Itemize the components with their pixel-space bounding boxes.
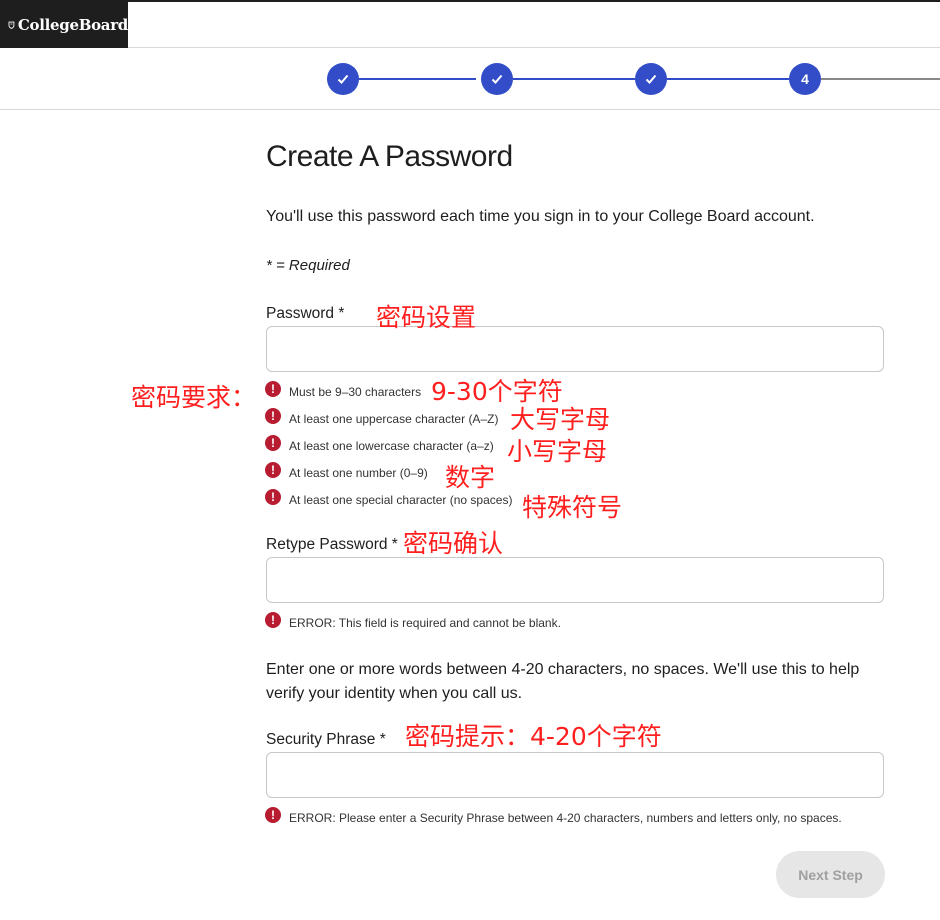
step-connector bbox=[821, 78, 940, 80]
requirement-number: ! At least one number (0–9) bbox=[265, 462, 428, 481]
requirement-uppercase: ! At least one uppercase character (A–Z) bbox=[265, 408, 499, 427]
requirement-text: Must be 9–30 characters bbox=[289, 385, 422, 399]
error-icon: ! bbox=[265, 807, 281, 823]
required-note: * = Required bbox=[266, 257, 350, 274]
requirement-lowercase: ! At least one lowercase character (a–z) bbox=[265, 435, 494, 454]
retype-password-label: Retype Password * bbox=[266, 536, 398, 553]
requirement-text: At least one uppercase character (A–Z) bbox=[289, 412, 499, 426]
annotation-confirm: 密码确认 bbox=[403, 529, 504, 558]
requirement-text: At least one special character (no space… bbox=[289, 493, 513, 507]
error-icon: ! bbox=[265, 612, 281, 628]
step-3-complete bbox=[635, 63, 667, 95]
security-error: ! ERROR: Please enter a Security Phrase b… bbox=[265, 807, 842, 826]
error-text: ERROR: This field is required and cannot… bbox=[289, 616, 561, 630]
step-connector bbox=[358, 78, 476, 80]
retype-error: ! ERROR: This field is required and canno… bbox=[265, 612, 561, 631]
security-phrase-input[interactable] bbox=[266, 752, 884, 798]
page-title: Create A Password bbox=[266, 140, 513, 173]
collegeboard-logo[interactable]: CollegeBoard bbox=[0, 2, 128, 48]
check-icon bbox=[337, 74, 349, 84]
check-icon bbox=[491, 74, 503, 84]
security-instructions: Enter one or more words between 4-20 cha… bbox=[266, 661, 860, 702]
retype-password-input[interactable] bbox=[266, 557, 884, 603]
step-2-complete bbox=[481, 63, 513, 95]
error-text: ERROR: Please enter a Security Phrase be… bbox=[289, 811, 842, 825]
error-icon: ! bbox=[265, 435, 281, 451]
check-icon bbox=[645, 74, 657, 84]
annotation-lowercase: 小写字母 bbox=[507, 437, 608, 466]
password-input[interactable] bbox=[266, 326, 884, 372]
logo-text: CollegeBoard bbox=[17, 16, 128, 34]
annotation-requirements-title: 密码要求： bbox=[131, 383, 257, 412]
step-connector bbox=[667, 78, 789, 80]
error-icon: ! bbox=[265, 489, 281, 505]
step-1-complete bbox=[327, 63, 359, 95]
annotation-uppercase: 大写字母 bbox=[510, 405, 611, 434]
error-icon: ! bbox=[265, 408, 281, 424]
annotation-password-setting: 密码设置 bbox=[376, 303, 477, 332]
progress-stepper: 4 bbox=[0, 48, 940, 110]
step-4-current: 4 bbox=[789, 63, 821, 95]
annotation-hint: 密码提示：4-20个字符 bbox=[405, 722, 662, 751]
requirement-text: At least one number (0–9) bbox=[289, 466, 428, 480]
annotation-digit: 数字 bbox=[445, 463, 496, 492]
error-icon: ! bbox=[265, 462, 281, 478]
error-icon: ! bbox=[265, 381, 281, 397]
annotation-special: 特殊符号 bbox=[522, 493, 623, 522]
requirement-length: ! Must be 9–30 characters bbox=[265, 381, 422, 400]
intro-text: You'll use this password each time you s… bbox=[266, 208, 815, 225]
next-step-button[interactable]: Next Step bbox=[776, 851, 885, 898]
top-bar: CollegeBoard bbox=[0, 0, 940, 48]
acorn-icon bbox=[8, 21, 15, 29]
requirement-text: At least one lowercase character (a–z) bbox=[289, 439, 494, 453]
password-label: Password * bbox=[266, 305, 345, 322]
step-connector bbox=[513, 78, 635, 80]
requirement-special: ! At least one special character (no spac… bbox=[265, 489, 513, 508]
security-phrase-label: Security Phrase * bbox=[266, 731, 386, 748]
